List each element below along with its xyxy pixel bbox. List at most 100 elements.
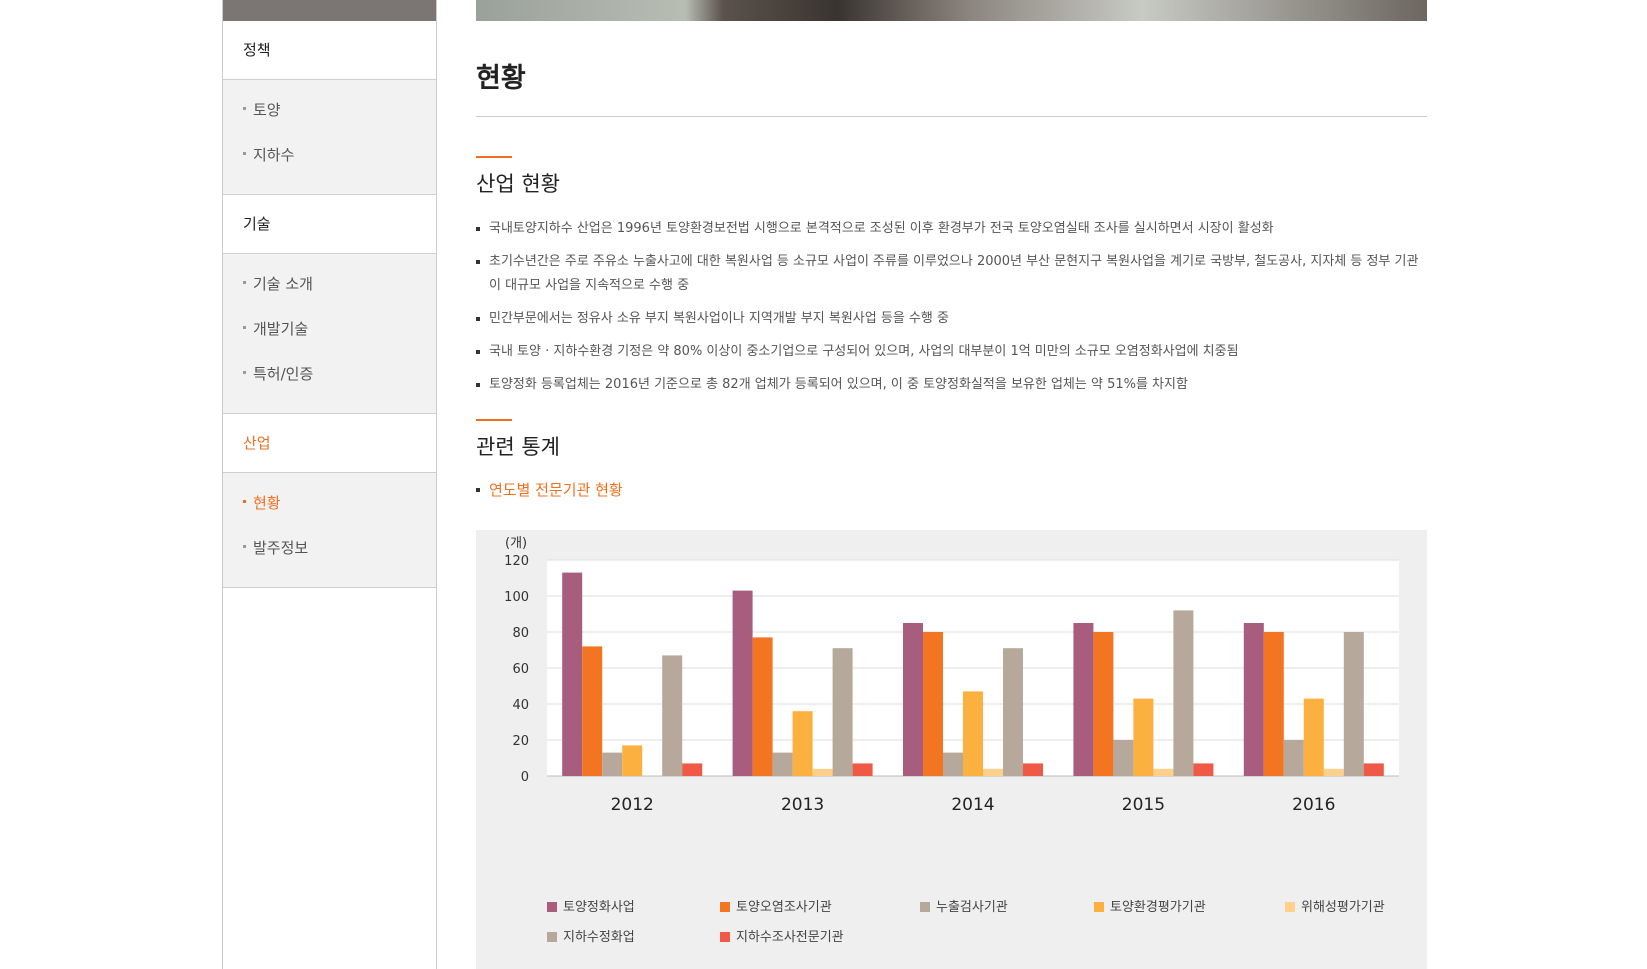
legend-swatch	[547, 931, 557, 942]
sidebar-banner-image	[223, 0, 436, 21]
sidebar-item-status[interactable]: 현황	[223, 488, 436, 533]
industry-bullet-list: 국내토양지하수 산업은 1996년 토양환경보전법 시행으로 본격적으로 조성된…	[476, 217, 1427, 397]
chart-bar	[1243, 623, 1264, 776]
chart-bar	[1283, 740, 1304, 776]
chart-bar	[682, 763, 703, 776]
legend-item: 지하수조사전문기관	[720, 926, 844, 945]
page-title: 현황	[476, 63, 526, 94]
legend-swatch	[720, 901, 730, 912]
legend-swatch	[547, 901, 557, 912]
sidebar-submenu-industry: 현황 발주정보	[223, 473, 436, 588]
sidebar-submenu-technology: 기술 소개 개발기술 특허/인증	[223, 254, 436, 414]
chart-bar	[1093, 632, 1114, 776]
legend-label: 지하수정화업	[563, 930, 635, 945]
chart-bar	[732, 590, 753, 776]
legend-item: 토양오염조사기관	[720, 896, 832, 915]
chart-bar	[622, 745, 643, 776]
chart-subheading: 연도별 전문기관 현황	[476, 479, 1427, 500]
sidebar-item-developed-tech[interactable]: 개발기술	[223, 314, 436, 359]
chart-bar	[1363, 763, 1384, 776]
chart-bar	[1023, 763, 1043, 776]
chart-bar	[602, 752, 623, 776]
list-item: 초기수년간은 주로 주유소 누출사고에 대한 복원사업 등 소규모 사업이 주류…	[476, 250, 1427, 298]
list-item: 국내토양지하수 산업은 1996년 토양환경보전법 시행으로 본격적으로 조성된…	[476, 217, 1427, 241]
y-tick-label: 80	[512, 626, 529, 641]
sidebar-item-label: 발주정보	[253, 539, 309, 557]
bullet-dot	[243, 371, 246, 374]
x-tick-label: 2013	[781, 795, 824, 815]
section-heading: 산업 현황	[476, 172, 560, 196]
chart-bar	[832, 648, 853, 776]
legend-item: 누출검사기관	[920, 896, 1008, 915]
list-item: 국내 토양 · 지하수환경 기정은 약 80% 이상이 중소기업으로 구성되어 …	[476, 340, 1427, 364]
bullet-dot	[243, 107, 246, 110]
bullet-dot	[243, 326, 246, 329]
chart-bar	[562, 572, 583, 776]
chart-bar	[1153, 768, 1174, 776]
y-unit-label: (개)	[505, 536, 527, 551]
sidebar-item-label: 지하수	[253, 146, 295, 164]
main-content: 현황 산업 현황 국내토양지하수 산업은 1996년 토양환경보전법 시행으로 …	[476, 0, 1427, 500]
x-tick-label: 2016	[1292, 795, 1335, 815]
section-heading: 관련 통계	[476, 435, 560, 459]
sidebar-item-orders[interactable]: 발주정보	[223, 533, 436, 578]
x-tick-label: 2012	[611, 795, 654, 815]
chart-bar	[772, 752, 793, 776]
sidebar-category-technology[interactable]: 기술	[223, 195, 436, 254]
chart-bar	[963, 691, 983, 776]
chart-bar	[812, 768, 833, 776]
chart-bar	[1343, 632, 1364, 776]
legend-item: 위해성평가기관	[1285, 896, 1385, 915]
sidebar-item-label: 현황	[253, 494, 281, 512]
bullet-dot	[243, 152, 246, 155]
x-tick-label: 2015	[1122, 795, 1165, 815]
sidebar-category-policy[interactable]: 정책	[223, 21, 436, 80]
legend-item: 토양정화사업	[547, 896, 635, 915]
chart-bar	[1303, 698, 1324, 776]
legend-item: 지하수정화업	[547, 926, 635, 945]
list-item: 민간부문에서는 정유사 소유 부지 복원사업이나 지역개발 부지 복원사업 등을…	[476, 307, 1427, 331]
bullet-dot	[243, 545, 246, 548]
y-tick-label: 0	[521, 770, 529, 785]
legend-label: 지하수조사전문기관	[736, 930, 844, 945]
legend-swatch	[920, 901, 930, 912]
y-tick-label: 100	[504, 590, 529, 605]
legend-label: 토양정화사업	[563, 900, 635, 915]
chart-bar	[1263, 632, 1284, 776]
legend-label: 토양환경평가기관	[1110, 900, 1206, 915]
x-tick-label: 2014	[951, 795, 994, 815]
sidebar-item-label: 특허/인증	[253, 365, 314, 383]
chart-bar	[1113, 740, 1134, 776]
chart-bar	[903, 623, 923, 776]
industry-status-section: 산업 현황 국내토양지하수 산업은 1996년 토양환경보전법 시행으로 본격적…	[476, 156, 1427, 397]
legend-label: 누출검사기관	[936, 900, 1008, 915]
sidebar-item-label: 기술 소개	[253, 275, 313, 293]
sidebar-item-tech-intro[interactable]: 기술 소개	[223, 269, 436, 314]
bullet-dot	[243, 500, 246, 503]
chart-bar	[662, 655, 683, 776]
chart-bar	[1323, 768, 1344, 776]
sidebar-item-patents[interactable]: 특허/인증	[223, 359, 436, 404]
section-accent-bar	[476, 156, 512, 158]
y-tick-label: 60	[512, 662, 529, 677]
legend-swatch	[1285, 901, 1295, 912]
sidebar-item-label: 토양	[253, 101, 281, 119]
chart-bar	[1193, 763, 1214, 776]
legend-swatch	[1094, 901, 1104, 912]
chart-bar	[1173, 610, 1194, 776]
y-tick-label: 20	[512, 734, 529, 749]
sidebar-item-soil[interactable]: 토양	[223, 95, 436, 140]
chart-bar	[1003, 648, 1023, 776]
y-tick-label: 40	[512, 698, 529, 713]
sidebar-item-groundwater[interactable]: 지하수	[223, 140, 436, 185]
sidebar-item-label: 개발기술	[253, 320, 309, 338]
chart-bar	[1133, 698, 1154, 776]
legend-label: 토양오염조사기관	[736, 900, 832, 915]
title-divider	[476, 116, 1427, 117]
sidebar-submenu-policy: 토양 지하수	[223, 80, 436, 195]
chart-bar	[1073, 623, 1094, 776]
chart-bar	[582, 646, 603, 776]
sidebar-category-industry[interactable]: 산업	[223, 414, 436, 473]
chart-bar	[752, 637, 773, 776]
statistics-section: 관련 통계 연도별 전문기관 현황	[476, 419, 1427, 500]
